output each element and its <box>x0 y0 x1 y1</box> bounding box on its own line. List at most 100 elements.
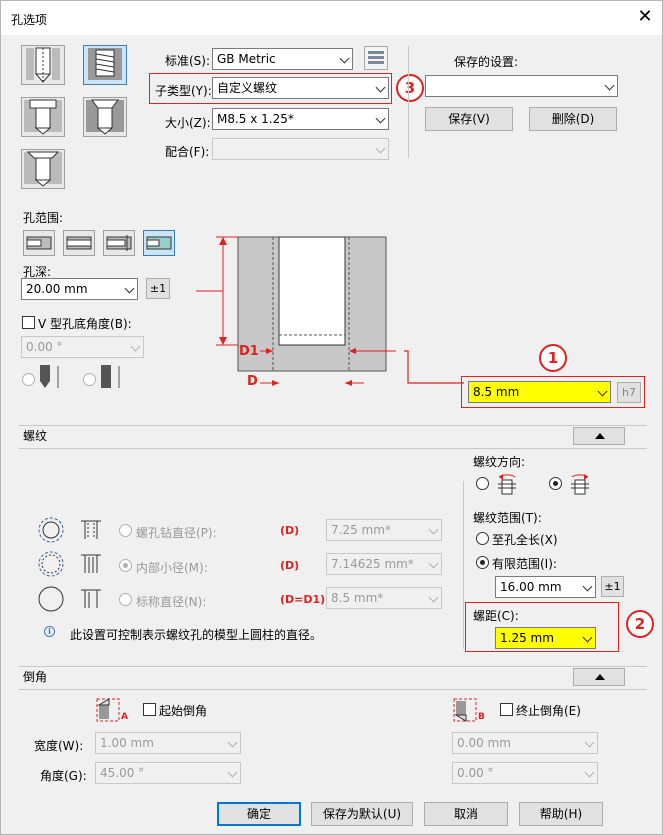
start-chamfer-width-select[interactable]: 1.00 mm <box>95 732 241 754</box>
minor-diameter-circle-icon <box>38 551 64 577</box>
ok-button[interactable]: 确定 <box>217 802 301 826</box>
chevron-down-icon <box>130 341 141 352</box>
hole-type-spotface-button[interactable] <box>21 149 65 189</box>
thread-vertical-divider <box>463 481 464 649</box>
countersink-hole-icon <box>86 99 124 135</box>
close-icon[interactable]: ✕ <box>633 6 657 30</box>
start-chamfer-label: 起始倒角 <box>159 704 208 718</box>
chamfer-section-divider <box>19 666 647 667</box>
chamfer-angle-label: 角度(G): <box>40 769 87 783</box>
standard-table-button[interactable] <box>364 46 388 70</box>
minor-diameter-section-icon <box>81 554 101 573</box>
fit-select[interactable] <box>212 138 389 160</box>
extent-distance-button[interactable] <box>143 230 175 256</box>
subtype-highlight-box <box>149 73 392 104</box>
thread-full-length-label: 至孔全长(X) <box>492 533 558 547</box>
diameter-highlight-box <box>461 376 645 408</box>
end-chamfer-width-value: 0.00 mm <box>457 736 511 750</box>
v-bottom-angle-label: V 型孔底角度(B): <box>38 317 132 331</box>
tap-drill-tag: (D) <box>280 524 300 537</box>
hole-type-counterbore-button[interactable] <box>21 97 65 137</box>
extent-blind-button[interactable] <box>23 230 55 256</box>
delete-settings-button[interactable]: 删除(D) <box>529 107 617 131</box>
end-chamfer-icon <box>453 698 477 722</box>
thread-left-hand-radio[interactable] <box>476 477 489 490</box>
start-chamfer-checkbox[interactable] <box>143 703 156 716</box>
minor-diameter-label: 内部小径(M): <box>136 561 208 575</box>
hole-type-tapped-button[interactable] <box>83 45 127 85</box>
start-chamfer-icon <box>96 698 120 722</box>
size-select[interactable]: M8.5 x 1.25* <box>212 108 389 130</box>
hole-depth-value: 20.00 mm <box>26 282 88 296</box>
save-settings-button[interactable]: 保存(V) <box>425 107 513 131</box>
saved-settings-select[interactable] <box>425 75 618 97</box>
nominal-diameter-radio[interactable] <box>119 593 132 606</box>
extent-through-button[interactable] <box>63 230 95 256</box>
chevron-down-icon <box>582 581 593 592</box>
chevron-down-icon <box>339 53 350 64</box>
thread-direction-label: 螺纹方向: <box>473 455 526 469</box>
chevron-down-icon <box>584 767 595 778</box>
thread-length-select[interactable]: 16.00 mm <box>495 576 596 598</box>
chevron-down-icon <box>227 767 238 778</box>
callout-1: 1 <box>539 344 567 372</box>
pointed-bottom-icon <box>40 365 59 388</box>
chevron-down-icon <box>124 283 135 294</box>
tap-drill-label: 螺孔钻直径(P): <box>136 526 217 540</box>
chevron-down-icon <box>227 737 238 748</box>
bottom-flat-radio[interactable] <box>83 373 96 386</box>
bottom-pointed-radio[interactable] <box>22 373 35 386</box>
tap-drill-select[interactable]: 7.25 mm* <box>326 519 442 541</box>
start-chamfer-angle-select[interactable]: 45.00 ° <box>95 762 241 784</box>
minor-diameter-select[interactable]: 7.14625 mm* <box>326 553 442 575</box>
vertical-divider <box>408 46 409 158</box>
callout-2: 2 <box>626 610 654 638</box>
thread-collapse-button[interactable] <box>573 427 625 445</box>
extent-distance-icon <box>146 236 172 250</box>
v-bottom-angle-checkbox[interactable] <box>22 316 35 329</box>
thread-full-length-radio[interactable] <box>476 532 489 545</box>
end-chamfer-angle-select[interactable]: 0.00 ° <box>452 762 598 784</box>
end-chamfer-width-select[interactable]: 0.00 mm <box>452 732 598 754</box>
title-bar: 孔选项 ✕ <box>1 1 662 35</box>
nominal-diameter-select[interactable]: 8.5 mm* <box>326 587 442 609</box>
save-as-default-button[interactable]: 保存为默认(U) <box>311 802 413 826</box>
help-button[interactable]: 帮助(H) <box>519 802 603 826</box>
extent-to-face-button[interactable] <box>103 230 135 256</box>
standard-select[interactable]: GB Metric <box>212 48 353 70</box>
cancel-button[interactable]: 取消 <box>424 802 508 826</box>
hole-depth-select[interactable]: 20.00 mm <box>21 278 138 300</box>
start-chamfer-tag: A <box>121 712 128 722</box>
d1-dimension-label: D1 <box>239 344 259 359</box>
hole-type-simple-button[interactable] <box>21 45 65 85</box>
extent-through-icon <box>66 236 92 250</box>
thread-right-hand-radio[interactable] <box>549 477 562 490</box>
thread-info-text: 此设置可控制表示螺纹孔的模型上圆柱的直径。 <box>70 628 323 642</box>
chevron-down-icon <box>375 113 386 124</box>
thread-finite-radio[interactable] <box>476 556 489 569</box>
end-chamfer-angle-value: 0.00 ° <box>457 766 494 780</box>
thread-section-title: 螺纹 <box>23 429 48 443</box>
nominal-diameter-tag: (D=D1) <box>280 593 326 606</box>
hole-type-countersink-button[interactable] <box>83 97 127 137</box>
size-label: 大小(Z): <box>165 116 211 130</box>
tap-drill-value: 7.25 mm* <box>331 523 391 537</box>
thread-length-tolerance-button[interactable]: ±1 <box>601 576 624 597</box>
hole-dimension-diagram <box>196 236 396 386</box>
tapped-hole-icon <box>88 48 122 80</box>
chevron-down-icon <box>428 524 439 535</box>
spotface-hole-icon <box>24 151 62 187</box>
v-bottom-angle-select[interactable]: 0.00 ° <box>21 336 144 358</box>
minor-diameter-radio[interactable] <box>119 559 132 572</box>
chevron-down-icon <box>375 143 386 154</box>
size-value: M8.5 x 1.25* <box>217 112 294 126</box>
chevron-down-icon <box>604 80 615 91</box>
depth-tolerance-button[interactable]: ±1 <box>146 278 170 299</box>
chamfer-collapse-button[interactable] <box>573 668 625 686</box>
right-hand-thread-icon <box>571 474 589 495</box>
start-chamfer-width-value: 1.00 mm <box>100 736 154 750</box>
window-title: 孔选项 <box>11 13 48 27</box>
end-chamfer-checkbox[interactable] <box>500 703 513 716</box>
hole-extent-label: 孔范围: <box>23 211 64 225</box>
tap-drill-radio[interactable] <box>119 524 132 537</box>
